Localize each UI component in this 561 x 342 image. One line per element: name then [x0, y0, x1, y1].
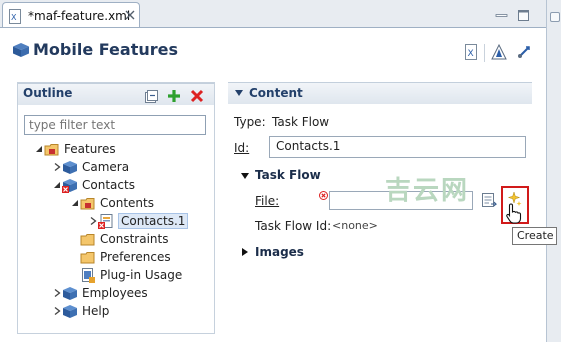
- tree-item-contacts-1[interactable]: Contacts.1: [34, 212, 212, 230]
- tree-item-label: Employees: [82, 286, 148, 300]
- folder-icon: [80, 233, 95, 245]
- validate-icon[interactable]: [491, 44, 507, 60]
- mobile-features-icon: [13, 43, 29, 57]
- minimize-icon[interactable]: [495, 9, 508, 22]
- collapsed-arrow-icon[interactable]: [52, 288, 62, 298]
- xml-file-icon: X: [9, 9, 21, 24]
- svg-text:X: X: [468, 49, 474, 59]
- collapse-all-icon[interactable]: [145, 90, 158, 103]
- page-title: Mobile Features: [33, 40, 178, 59]
- outline-title: Outline: [23, 86, 73, 100]
- section-expanded-icon[interactable]: [234, 89, 244, 97]
- browse-file-icon[interactable]: [481, 192, 497, 208]
- expanded-arrow-icon[interactable]: [52, 180, 62, 190]
- tree-item-label: Contacts: [82, 178, 135, 192]
- svg-text:X: X: [11, 13, 17, 22]
- subsection-collapsed-icon[interactable]: [241, 247, 249, 257]
- content-section-title: Content: [249, 86, 303, 100]
- restore-icon[interactable]: [550, 12, 560, 22]
- tree-item-label: Features: [64, 142, 116, 156]
- tree-item-label: Constraints: [100, 232, 169, 246]
- expanded-arrow-icon[interactable]: [70, 198, 80, 208]
- content-page-error-icon: [98, 213, 113, 229]
- tree-item-contents[interactable]: Contents: [34, 194, 212, 212]
- tree-item-label: Camera: [82, 160, 130, 174]
- tree-item-employees[interactable]: Employees: [34, 284, 212, 302]
- delete-icon[interactable]: [190, 89, 204, 103]
- subsection-expanded-icon[interactable]: [240, 172, 250, 180]
- folder-icon: [80, 251, 95, 263]
- id-field[interactable]: Contacts.1: [269, 136, 526, 158]
- editor-tab-title: *maf-feature.xml: [28, 9, 131, 23]
- tree-item-label: Contents: [100, 196, 154, 210]
- watermark: 吉云网: [385, 176, 470, 206]
- maximize-icon[interactable]: [517, 9, 530, 22]
- close-icon[interactable]: [124, 9, 136, 21]
- task-flow-id-value: <none>: [332, 219, 378, 232]
- collapsed-arrow-icon[interactable]: [52, 162, 62, 172]
- type-label: Type:: [234, 115, 266, 129]
- tree-item-plugin-usage[interactable]: Plug-in Usage: [34, 266, 212, 284]
- expanded-arrow-icon[interactable]: [34, 144, 44, 154]
- type-value: Task Flow: [272, 115, 330, 129]
- feature-cube-icon: [63, 160, 77, 174]
- feature-cube-error-icon: [62, 178, 77, 193]
- features-folder-icon: [44, 143, 59, 155]
- collapsed-arrow-icon[interactable]: [88, 216, 98, 226]
- help-tool-icon[interactable]: [516, 44, 532, 60]
- collapsed-arrow-icon[interactable]: [52, 306, 62, 316]
- tree-item-camera[interactable]: Camera: [34, 158, 212, 176]
- outline-tree: Features Camera Contacts Contents Contac…: [34, 140, 212, 320]
- adjacent-view-edge: [546, 0, 561, 342]
- tree-item-label: Contacts.1: [118, 213, 189, 229]
- tree-item-label: Preferences: [100, 250, 171, 264]
- images-title[interactable]: Images: [255, 245, 304, 259]
- create-tooltip: Create: [512, 227, 557, 245]
- tree-item-preferences[interactable]: Preferences: [34, 248, 212, 266]
- tree-item-contacts[interactable]: Contacts: [34, 176, 212, 194]
- task-flow-title: Task Flow: [255, 168, 321, 182]
- task-flow-id-label: Task Flow Id:: [255, 219, 332, 233]
- outline-filter-input[interactable]: [24, 115, 206, 135]
- tree-item-label: Help: [82, 304, 110, 318]
- tree-item-features[interactable]: Features: [34, 140, 212, 158]
- add-icon[interactable]: [167, 89, 181, 103]
- tree-item-help[interactable]: Help: [34, 302, 212, 320]
- feature-cube-icon: [63, 286, 77, 300]
- editor-tab[interactable]: X *maf-feature.xml: [2, 2, 140, 28]
- id-label: Id:: [234, 141, 250, 155]
- file-label: File:: [255, 194, 280, 208]
- tree-item-label: Plug-in Usage: [100, 268, 183, 282]
- hand-cursor-icon: [506, 203, 522, 224]
- feature-cube-icon: [63, 304, 77, 318]
- error-marker-icon: [319, 191, 328, 200]
- contents-folder-icon: [80, 197, 95, 209]
- header-separator: [484, 44, 485, 62]
- xml-source-icon[interactable]: X: [463, 44, 479, 60]
- tree-item-constraints[interactable]: Constraints: [34, 230, 212, 248]
- plugin-usage-icon: [82, 267, 95, 283]
